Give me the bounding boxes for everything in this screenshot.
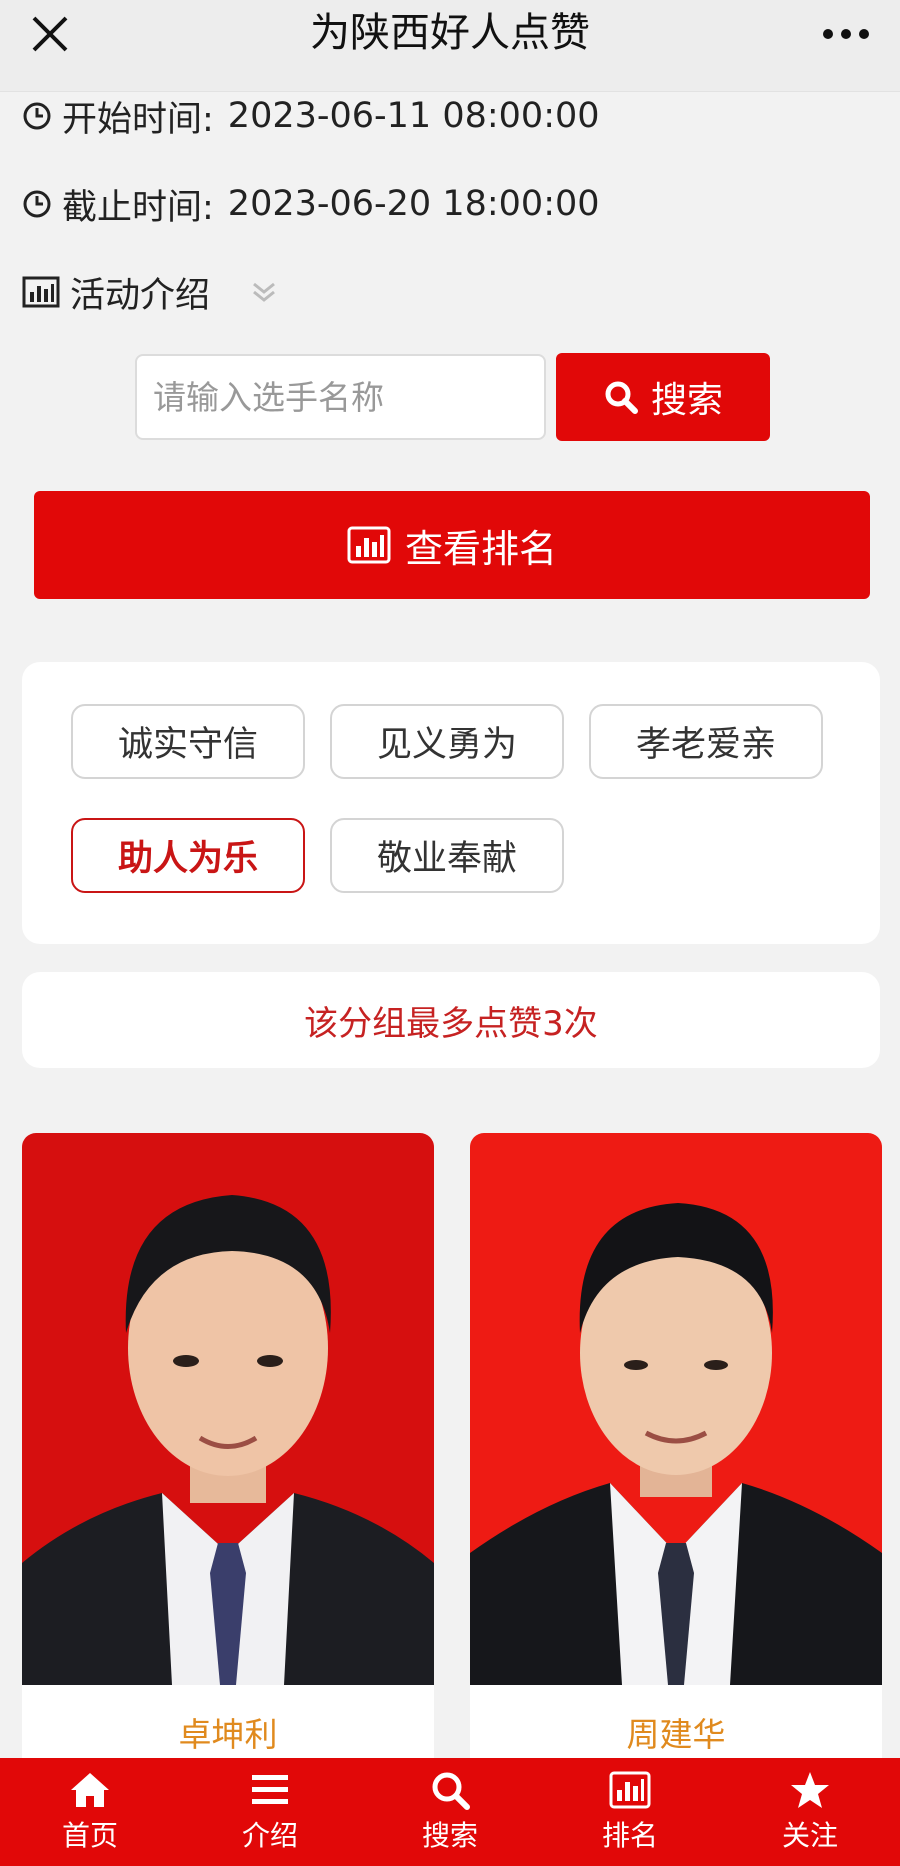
search-icon — [432, 1772, 470, 1810]
tab-home[interactable]: 首页 — [0, 1758, 180, 1866]
activity-intro-toggle[interactable]: 活动介绍 — [22, 266, 288, 318]
bottom-tab-bar: 首页 介绍 搜索 排名 关注 — [0, 1758, 900, 1866]
chevron-down-icon — [253, 282, 275, 302]
start-time-value: 2023-06-11 08:00:00 — [227, 96, 600, 136]
category-tag-selected[interactable]: 助人为乐 — [71, 818, 305, 893]
category-tag[interactable]: 诚实守信 — [71, 704, 305, 779]
candidate-card[interactable]: 周建华 — [470, 1133, 882, 1866]
tab-home-label: 首页 — [61, 1819, 118, 1852]
start-time-label: 开始时间: — [62, 99, 214, 140]
end-time-label: 截止时间: — [62, 187, 214, 228]
tab-search[interactable]: 搜索 — [360, 1758, 540, 1866]
end-time-value: 2023-06-20 18:00:00 — [227, 184, 600, 224]
menu-icon — [252, 1775, 288, 1804]
bar-chart-icon — [22, 276, 60, 308]
view-ranking-button[interactable]: 查看排名 — [34, 491, 870, 599]
title-bar: 为陕西好人点赞 — [0, 0, 900, 92]
tab-intro-label: 介绍 — [241, 1819, 298, 1852]
vote-limit-notice: 该分组最多点赞3次 — [22, 972, 880, 1068]
star-icon — [791, 1772, 829, 1808]
clock-icon — [23, 190, 51, 218]
start-time-row: 开始时间: 2023-06-11 08:00:00 — [22, 90, 600, 142]
view-ranking-label: 查看排名 — [404, 526, 557, 571]
clock-icon — [23, 102, 51, 130]
bar-chart-icon — [347, 526, 391, 564]
tab-search-label: 搜索 — [421, 1819, 478, 1852]
search-button[interactable]: 搜索 — [556, 353, 770, 441]
tab-follow[interactable]: 关注 — [720, 1758, 900, 1866]
tab-ranking[interactable]: 排名 — [540, 1758, 720, 1866]
category-tag[interactable]: 敬业奉献 — [330, 818, 564, 893]
candidate-photo — [470, 1133, 882, 1685]
category-tag[interactable]: 见义勇为 — [330, 704, 564, 779]
activity-intro-label: 活动介绍 — [70, 275, 211, 316]
search-input[interactable] — [135, 354, 546, 440]
tab-follow-label: 关注 — [781, 1819, 838, 1852]
page-title: 为陕西好人点赞 — [310, 10, 590, 56]
chart-icon — [609, 1771, 651, 1809]
candidate-card[interactable]: 卓坤利 — [22, 1133, 434, 1866]
more-icon[interactable] — [818, 14, 874, 54]
search-button-label: 搜索 — [650, 380, 723, 421]
category-panel: 诚实守信 见义勇为 孝老爱亲 助人为乐 敬业奉献 — [22, 662, 880, 944]
home-icon — [71, 1773, 109, 1807]
tab-ranking-label: 排名 — [601, 1819, 658, 1852]
search-icon — [605, 381, 638, 414]
category-tag[interactable]: 孝老爱亲 — [589, 704, 823, 779]
tab-intro[interactable]: 介绍 — [180, 1758, 360, 1866]
candidate-photo — [22, 1133, 434, 1685]
end-time-row: 截止时间: 2023-06-20 18:00:00 — [22, 178, 600, 230]
